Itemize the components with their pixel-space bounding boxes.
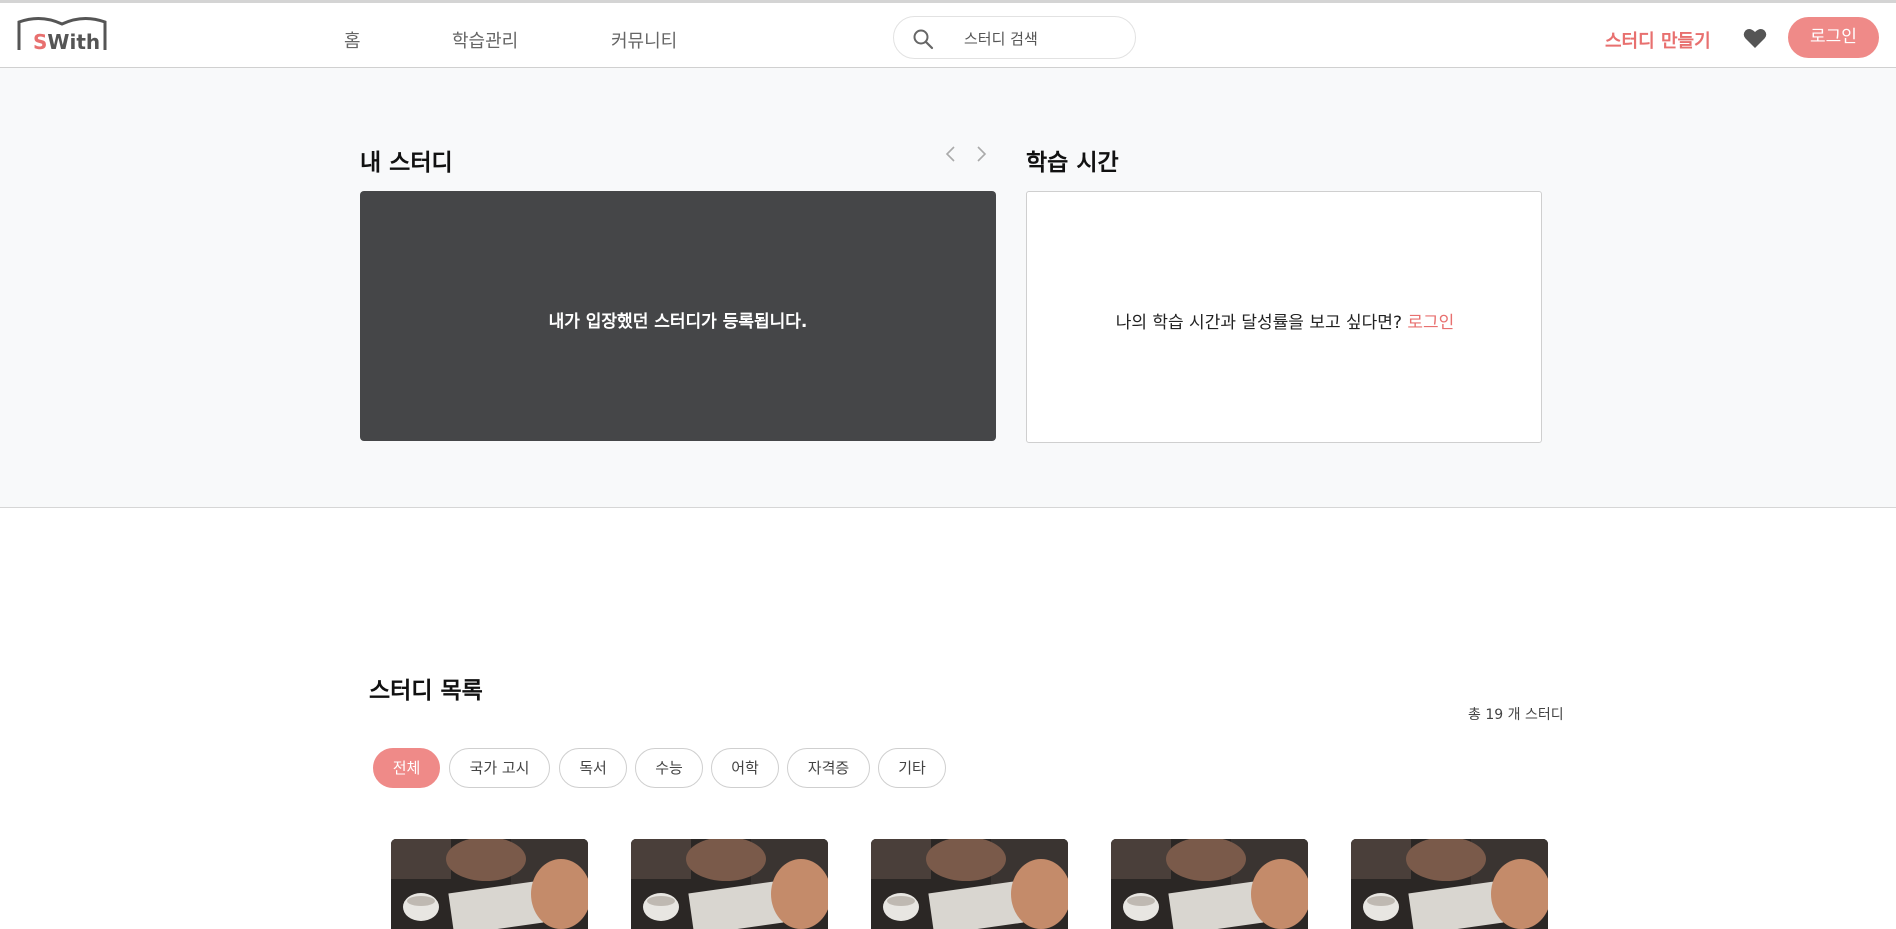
study-card-thumbnail[interactable] <box>1351 839 1548 929</box>
study-card-thumbnail[interactable] <box>631 839 828 929</box>
study-card-thumbnail[interactable] <box>871 839 1068 929</box>
chevron-left-icon[interactable] <box>944 145 958 163</box>
nav-home[interactable]: 홈 <box>344 27 361 53</box>
logo-text: SWith <box>33 30 101 54</box>
search-input[interactable] <box>964 28 1124 50</box>
category-chip-certificate[interactable]: 자격증 <box>787 748 870 788</box>
study-list-title: 스터디 목록 <box>369 678 483 704</box>
login-button[interactable]: 로그인 <box>1788 17 1879 58</box>
study-time-card: 나의 학습 시간과 달성률을 보고 싶다면? 로그인 <box>1026 191 1542 443</box>
category-chip-suneung[interactable]: 수능 <box>635 748 703 788</box>
study-total-count: 총 19 개 스터디 <box>1468 707 1564 723</box>
chevron-right-icon[interactable] <box>974 145 988 163</box>
category-chip-etc[interactable]: 기타 <box>878 748 946 788</box>
category-chip-language[interactable]: 어학 <box>711 748 779 788</box>
study-time-login-link[interactable]: 로그인 <box>1407 313 1454 333</box>
my-study-card: 내가 입장했던 스터디가 등록됩니다. <box>360 191 996 441</box>
category-chip-reading[interactable]: 독서 <box>559 748 627 788</box>
study-time-title: 학습 시간 <box>1026 150 1119 176</box>
category-chip-all[interactable]: 전체 <box>373 748 440 788</box>
study-card-thumbnail[interactable] <box>1111 839 1308 929</box>
category-chip-national-exam[interactable]: 국가 고시 <box>449 748 550 788</box>
my-study-title: 내 스터디 <box>360 150 453 176</box>
search-box[interactable] <box>893 16 1136 59</box>
swith-logo[interactable]: SWith <box>17 16 109 54</box>
nav-community[interactable]: 커뮤니티 <box>611 27 677 53</box>
my-study-empty-message: 내가 입장했던 스터디가 등록됩니다. <box>548 312 808 332</box>
nav-study-management[interactable]: 학습관리 <box>452 27 518 53</box>
heart-icon[interactable] <box>1743 27 1767 49</box>
study-card-thumbnail[interactable] <box>391 839 588 929</box>
top-header: SWith 홈 학습관리 커뮤니티 스터디 만들기 로그인 <box>0 0 1896 68</box>
make-study-link[interactable]: 스터디 만들기 <box>1605 27 1711 53</box>
study-time-prompt: 나의 학습 시간과 달성률을 보고 싶다면? 로그인 <box>1115 313 1455 333</box>
search-icon[interactable] <box>912 28 934 50</box>
